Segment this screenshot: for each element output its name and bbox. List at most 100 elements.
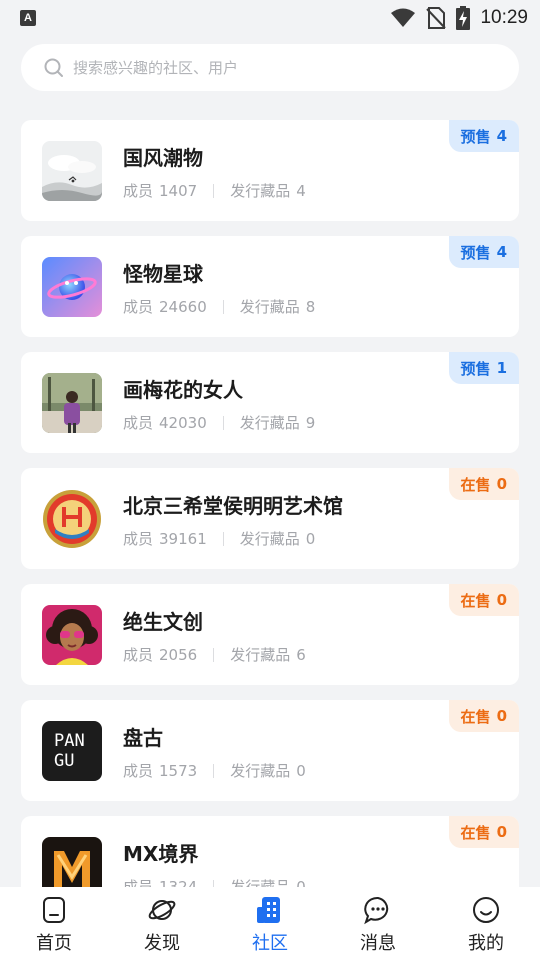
- badge-count: 0: [496, 823, 507, 841]
- sale-status-badge: 在售 0: [448, 584, 519, 616]
- stats-divider: [222, 531, 224, 546]
- community-name: 盘古: [123, 726, 163, 750]
- community-name: 画梅花的女人: [123, 378, 243, 402]
- members-label: 成员: [123, 530, 154, 548]
- items-label: 发行藏品: [230, 762, 291, 780]
- community-stats: 成员 39161 发行藏品 0: [123, 528, 315, 549]
- stats-divider: [213, 763, 215, 778]
- accessibility-icon: A: [20, 10, 36, 26]
- sale-status-badge: 在售 0: [448, 700, 519, 732]
- sale-status-badge: 预售 4: [448, 236, 519, 268]
- community-thumbnail: [42, 141, 102, 201]
- members-count: 1324: [159, 877, 198, 888]
- members-label: 成员: [123, 414, 154, 432]
- badge-count: 4: [496, 243, 507, 261]
- items-label: 发行藏品: [239, 414, 300, 432]
- community-thumbnail: [42, 489, 102, 549]
- items-label: 发行藏品: [230, 646, 291, 664]
- badge-count: 4: [496, 127, 507, 145]
- stats-divider: [222, 415, 224, 430]
- members-count: 39161: [159, 529, 207, 548]
- badge-count: 0: [496, 707, 507, 725]
- tab-building[interactable]: 社区: [216, 887, 324, 960]
- tab-home[interactable]: 首页: [0, 887, 108, 960]
- community-list[interactable]: 国风潮物 成员 1407 发行藏品 4 预售 4 怪物星球 成员 24660 发行藏品 8 预售 4 画梅花…: [21, 120, 519, 887]
- items-count: 0: [305, 529, 316, 548]
- members-label: 成员: [123, 298, 154, 316]
- items-count: 0: [296, 761, 306, 780]
- members-label: 成员: [123, 182, 154, 200]
- logo-text: GU: [54, 751, 75, 771]
- members-label: 成员: [123, 878, 154, 887]
- badge-count: 0: [496, 591, 507, 609]
- tab-chat[interactable]: 消息: [324, 887, 432, 960]
- items-count: 6: [296, 645, 306, 664]
- stats-divider: [213, 879, 215, 887]
- home-icon: [39, 895, 69, 925]
- badge-count: 1: [496, 359, 507, 377]
- search-icon: [44, 58, 63, 77]
- members-count: 1407: [159, 181, 198, 200]
- profile-icon: [471, 895, 501, 925]
- chat-icon: [363, 895, 393, 925]
- items-count: 4: [296, 181, 306, 200]
- planet-icon: [147, 895, 177, 925]
- tab-label: 我的: [468, 933, 504, 954]
- bottom-tab-bar: 首页 发现 社区 消息 我的: [0, 887, 540, 960]
- sale-status-badge: 预售 1: [448, 352, 519, 384]
- tab-planet[interactable]: 发现: [108, 887, 216, 960]
- tab-label: 发现: [144, 933, 180, 954]
- wifi-icon: [391, 8, 416, 27]
- building-icon: [255, 895, 285, 925]
- members-count: 1573: [159, 761, 198, 780]
- search-input[interactable]: [73, 58, 493, 77]
- sale-status-badge: 在售 0: [448, 816, 519, 848]
- badge-label: 预售: [460, 359, 491, 378]
- items-count: 9: [305, 413, 316, 432]
- sale-status-badge: 在售 0: [448, 468, 519, 500]
- community-card[interactable]: 北京三希堂侯明明艺术馆 成员 39161 发行藏品 0 在售 0: [21, 468, 519, 569]
- community-card[interactable]: MX境界 成员 1324 发行藏品 0 在售 0: [21, 816, 519, 887]
- community-name: 怪物星球: [123, 262, 203, 286]
- community-thumbnail: [42, 837, 102, 887]
- no-sim-icon: [426, 7, 447, 29]
- community-card[interactable]: 怪物星球 成员 24660 发行藏品 8 预售 4: [21, 236, 519, 337]
- status-time: 10:29: [480, 7, 528, 28]
- items-count: 0: [296, 877, 306, 888]
- sale-status-badge: 预售 4: [448, 120, 519, 152]
- community-thumbnail: [42, 605, 102, 665]
- community-stats: 成员 2056 发行藏品 6: [123, 644, 306, 665]
- members-count: 24660: [159, 297, 207, 316]
- members-count: 2056: [159, 645, 198, 664]
- community-thumbnail: [42, 257, 102, 317]
- community-stats: 成员 1407 发行藏品 4: [123, 180, 306, 201]
- community-stats: 成员 24660 发行藏品 8: [123, 296, 315, 317]
- community-thumbnail: PAN GU: [42, 721, 102, 781]
- tab-profile[interactable]: 我的: [432, 887, 540, 960]
- members-label: 成员: [123, 762, 154, 780]
- community-stats: 成员 1324 发行藏品 0: [123, 876, 306, 887]
- tab-label: 社区: [252, 933, 288, 954]
- community-name: MX境界: [123, 842, 199, 866]
- community-card[interactable]: 绝生文创 成员 2056 发行藏品 6 在售 0: [21, 584, 519, 685]
- community-stats: 成员 42030 发行藏品 9: [123, 412, 315, 433]
- community-name: 北京三希堂侯明明艺术馆: [123, 494, 343, 518]
- badge-label: 在售: [460, 591, 491, 610]
- badge-label: 预售: [460, 243, 491, 262]
- stats-divider: [213, 647, 215, 662]
- badge-count: 0: [496, 475, 507, 493]
- community-name: 国风潮物: [123, 146, 203, 170]
- members-count: 42030: [159, 413, 207, 432]
- search-bar[interactable]: [21, 44, 519, 91]
- badge-label: 预售: [460, 127, 491, 146]
- community-card[interactable]: PAN GU 盘古 成员 1573 发行藏品 0 在售 0: [21, 700, 519, 801]
- items-label: 发行藏品: [230, 878, 291, 887]
- community-stats: 成员 1573 发行藏品 0: [123, 760, 306, 781]
- stats-divider: [222, 299, 224, 314]
- status-bar: A 10:29: [0, 0, 540, 36]
- items-label: 发行藏品: [239, 298, 300, 316]
- community-card[interactable]: 国风潮物 成员 1407 发行藏品 4 预售 4: [21, 120, 519, 221]
- items-label: 发行藏品: [239, 530, 300, 548]
- stats-divider: [213, 183, 215, 198]
- community-card[interactable]: 画梅花的女人成员 42030 发行藏品 9 预售 1: [21, 352, 519, 453]
